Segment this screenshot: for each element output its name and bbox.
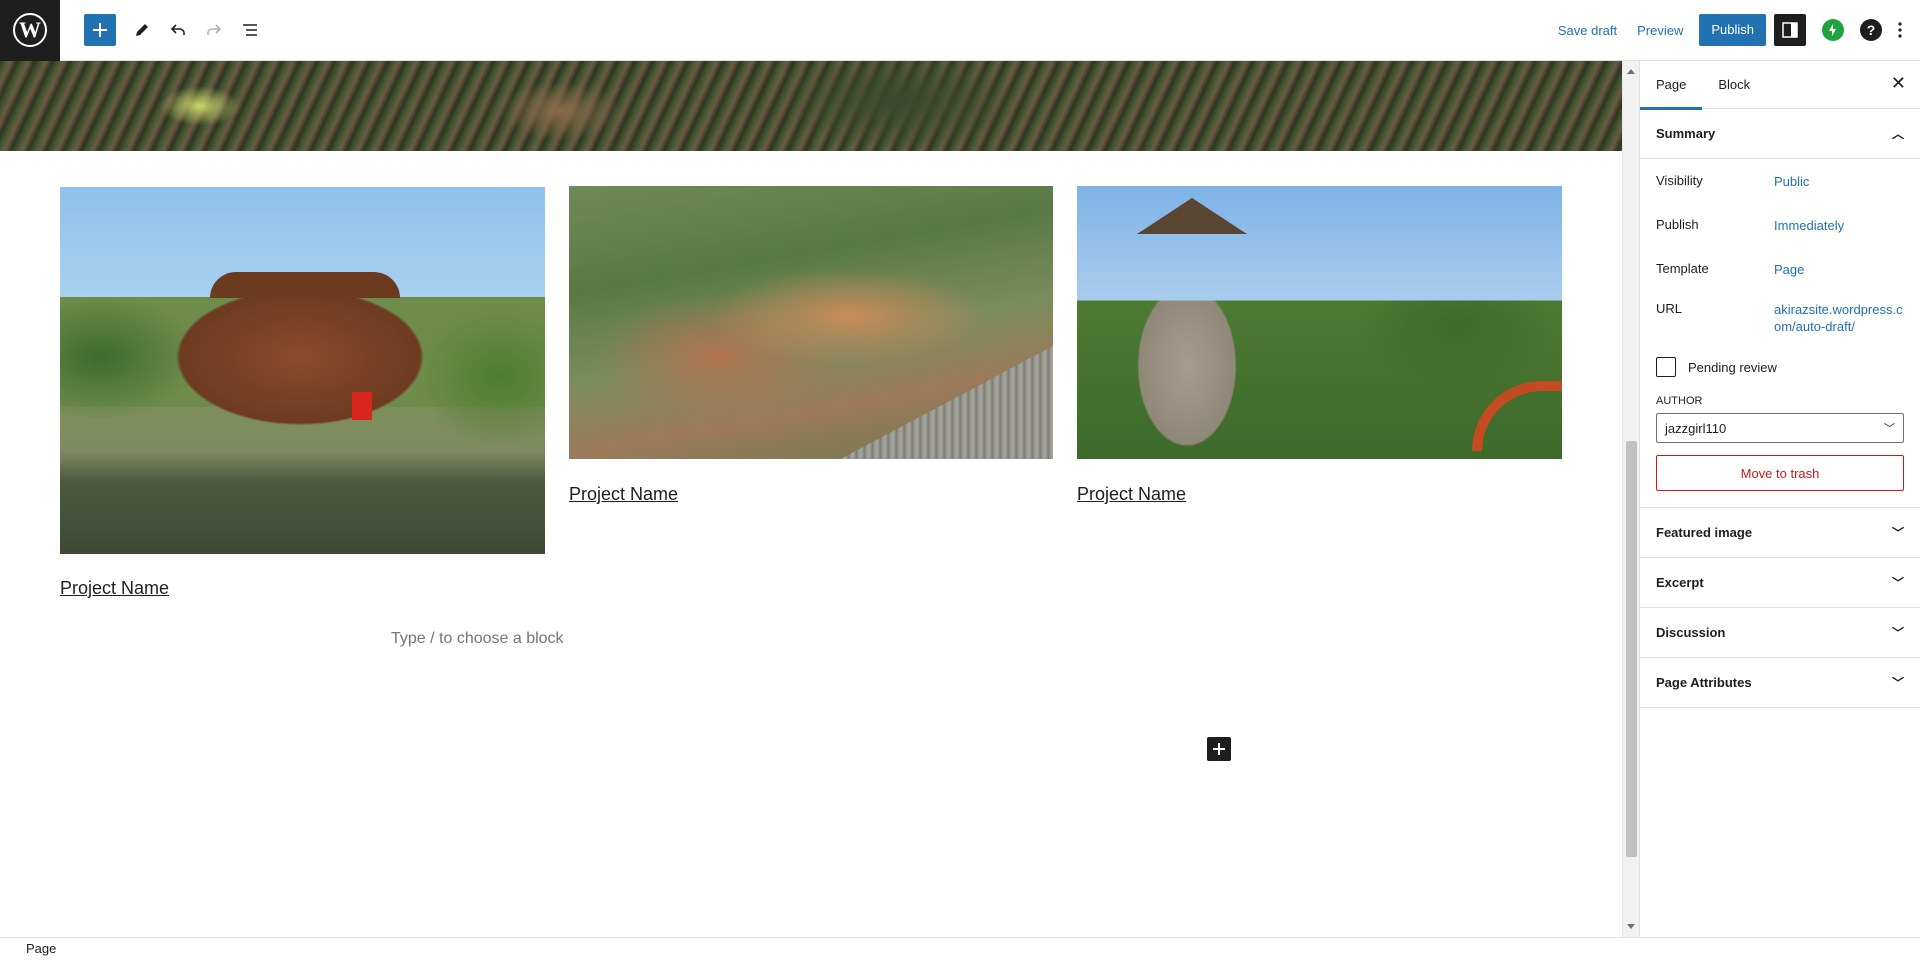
publish-value[interactable]: Immediately [1774,203,1844,234]
project-image-1[interactable] [60,187,545,554]
undo-button[interactable] [160,12,196,48]
project-image-3[interactable] [1077,186,1562,459]
author-value: jazzgirl110 [1665,420,1727,436]
template-value[interactable]: Page [1774,247,1804,278]
temple-roof [210,272,400,298]
options-menu-button[interactable] [1890,12,1910,48]
url-value[interactable]: akirazsite.wordpress.c om/auto-draft/ [1774,291,1903,335]
pending-review-row: Pending review [1656,357,1904,377]
tab-block[interactable]: Block [1702,61,1766,109]
redo-icon [207,24,222,35]
url-row: URL akirazsite.wordpress.c om/auto-draft… [1656,291,1904,341]
chevron-down-icon: ﹀ [1884,423,1895,435]
pending-review-checkbox[interactable] [1656,357,1676,377]
scroll-up-icon[interactable] [1627,69,1635,74]
preview-button[interactable]: Preview [1627,23,1693,38]
page-attributes-title: Page Attributes [1656,675,1752,690]
pencil-icon [136,24,148,36]
jetpack-button[interactable] [1822,19,1844,41]
chevron-down-icon: ﹀ [1891,676,1904,690]
pavilion [1137,198,1247,234]
list-view-icon [243,24,257,36]
page-attributes-panel-toggle[interactable]: Page Attributes ﹀ [1640,658,1920,708]
chevron-down-icon: ﹀ [1891,526,1904,540]
temple-door [352,392,372,420]
plus-icon [93,23,107,37]
close-icon[interactable]: ✕ [1891,73,1906,94]
block-inserter-button[interactable] [84,14,116,46]
excerpt-title: Excerpt [1656,575,1704,590]
bridge [1472,381,1562,451]
publish-label: Publish [1656,217,1699,232]
template-row: Template Page [1656,247,1904,291]
cover-image[interactable] [0,61,1622,151]
save-draft-button[interactable]: Save draft [1548,23,1627,38]
document-overview-button[interactable] [232,12,268,48]
footer-breadcrumb: Page [0,937,1920,961]
discussion-panel-toggle[interactable]: Discussion ﹀ [1640,608,1920,658]
chevron-down-icon: ﹀ [1891,576,1904,590]
wordpress-icon: W [13,13,47,47]
chevron-down-icon: ﹀ [1891,626,1904,640]
move-to-trash-button[interactable]: Move to trash [1656,455,1904,491]
breadcrumb-page[interactable]: Page [26,941,56,956]
scrollbar-thumb[interactable] [1626,441,1637,857]
summary-panel-toggle[interactable]: Summary ︿ [1640,109,1920,159]
url-value-line1: akirazsite.wordpress.c [1774,302,1903,317]
project-link-2[interactable]: Project Name [569,484,678,505]
settings-sidebar: Page Block ✕ Summary ︿ Visibility Public… [1639,61,1920,937]
wordpress-logo-button[interactable]: W [0,0,60,61]
discussion-title: Discussion [1656,625,1726,640]
sidebar-icon [1782,22,1798,38]
template-label: Template [1656,261,1709,276]
project-link-3[interactable]: Project Name [1077,484,1186,505]
tab-page[interactable]: Page [1640,61,1703,110]
editor-canvas: Project Name Project Name Project Name T… [0,61,1622,937]
url-value-line2: om/auto-draft/ [1774,319,1855,334]
tools-button[interactable] [124,12,160,48]
author-select[interactable]: jazzgirl110 ﹀ [1656,413,1904,443]
pending-review-label: Pending review [1688,359,1777,375]
undo-icon [170,24,185,35]
author-label: AUTHOR [1656,395,1703,407]
editor-toolbar: W Save draft Preview Publish ? [0,0,1920,61]
canvas-scrollbar[interactable] [1622,61,1639,937]
publish-row: Publish Immediately [1656,203,1904,247]
more-vertical-icon [1898,22,1902,38]
visibility-row: Visibility Public [1656,159,1904,203]
featured-image-panel-toggle[interactable]: Featured image ﹀ [1640,508,1920,558]
sidebar-tabs: Page Block ✕ [1640,61,1920,110]
visibility-label: Visibility [1656,173,1703,188]
railing [833,346,1053,459]
summary-panel: Visibility Public Publish Immediately Te… [1640,159,1920,508]
plus-icon [1213,743,1225,755]
block-placeholder[interactable]: Type / to choose a block [391,630,564,648]
visibility-value[interactable]: Public [1774,159,1809,190]
chevron-up-icon: ︿ [1891,127,1904,141]
redo-button[interactable] [196,12,232,48]
excerpt-panel-toggle[interactable]: Excerpt ﹀ [1640,558,1920,608]
scroll-down-icon[interactable] [1627,924,1635,929]
summary-title: Summary [1656,126,1716,141]
featured-image-title: Featured image [1656,525,1753,540]
project-image-2[interactable] [569,186,1053,459]
publish-button[interactable]: Publish [1699,14,1766,46]
project-link-1[interactable]: Project Name [60,578,169,599]
lightning-icon [1829,24,1836,36]
question-mark-icon: ? [1866,22,1876,38]
add-block-button[interactable] [1207,737,1231,761]
help-button[interactable]: ? [1860,19,1882,41]
settings-toggle-button[interactable] [1774,14,1806,46]
url-label: URL [1656,301,1683,316]
